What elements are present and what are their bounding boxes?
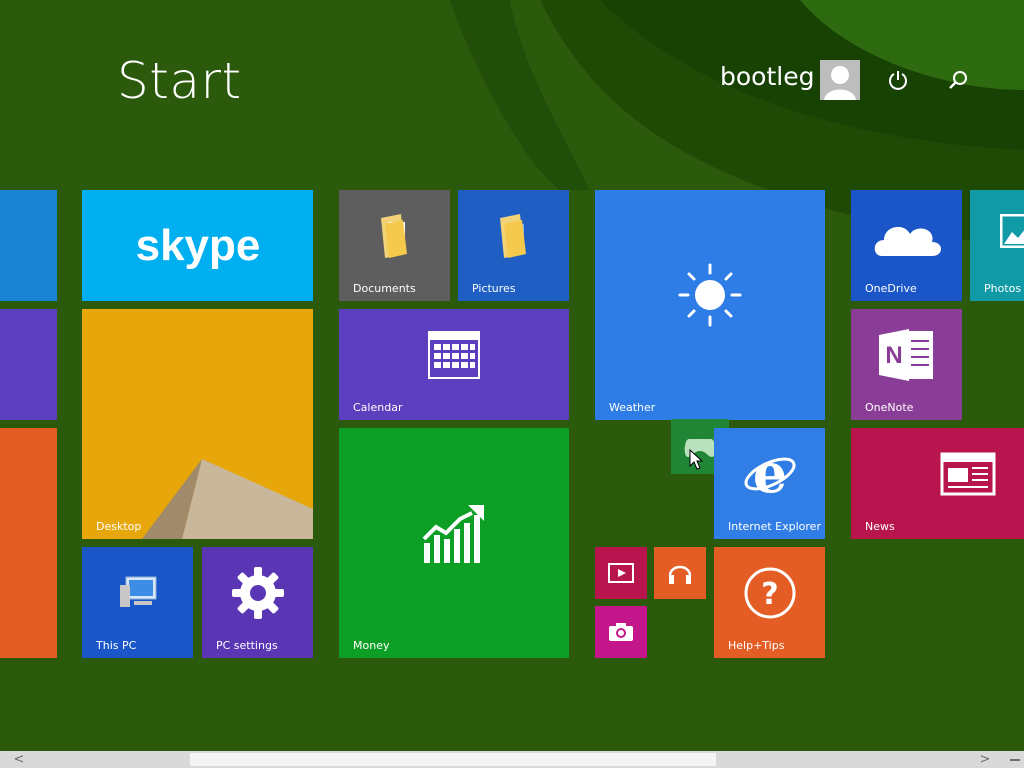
- search-icon: [949, 71, 967, 89]
- newspaper-icon: [940, 452, 995, 495]
- tile-pc-settings-label: PC settings: [216, 639, 278, 652]
- headphones-icon: [668, 565, 692, 584]
- computer-icon: [119, 576, 156, 607]
- tile-calendar-label: Calendar: [353, 401, 403, 414]
- scroll-right-button[interactable]: >: [976, 751, 994, 768]
- tile-partial-blue[interactable]: [0, 190, 57, 301]
- pictures-folder-icon: [499, 213, 526, 258]
- tile-camera[interactable]: [595, 606, 647, 658]
- calendar-icon: [428, 330, 480, 379]
- skype-logo-icon: skype: [135, 221, 260, 270]
- desktop-wallpaper-icon: [82, 309, 313, 539]
- skype-logo-text: skype: [135, 221, 260, 270]
- tile-onenote-label: OneNote: [865, 401, 914, 414]
- tile-calendar[interactable]: Calendar: [339, 309, 569, 420]
- camera-icon: [609, 623, 633, 641]
- video-play-icon: [608, 563, 634, 583]
- tile-photos-label: Photos: [984, 282, 1022, 295]
- scroll-left-button[interactable]: <: [10, 751, 28, 768]
- tile-help-tips-label: Help+Tips: [728, 639, 785, 652]
- tile-news[interactable]: News: [851, 428, 1024, 539]
- tile-this-pc[interactable]: This PC: [82, 547, 193, 658]
- tile-help-tips[interactable]: ? Help+Tips: [714, 547, 825, 658]
- tile-internet-explorer[interactable]: e Internet Explorer: [714, 428, 825, 539]
- tile-onenote[interactable]: N OneNote: [851, 309, 962, 420]
- user-silhouette-icon: [820, 60, 860, 100]
- photo-icon: [1000, 214, 1024, 248]
- horizontal-scrollbar[interactable]: < >: [0, 751, 1024, 768]
- tile-money-label: Money: [353, 639, 390, 652]
- tile-onedrive-label: OneDrive: [865, 282, 917, 295]
- tile-partial-purple[interactable]: [0, 309, 57, 420]
- documents-folder-icon: [380, 213, 407, 258]
- tile-partial-orange[interactable]: [0, 428, 57, 658]
- svg-text:?: ?: [761, 577, 778, 612]
- tile-documents[interactable]: Documents: [339, 190, 450, 301]
- tile-desktop[interactable]: Desktop: [82, 309, 313, 539]
- svg-text:N: N: [885, 342, 902, 369]
- tile-money[interactable]: Money: [339, 428, 569, 658]
- tile-pictures-label: Pictures: [472, 282, 516, 295]
- tile-photos[interactable]: Photos: [970, 190, 1024, 301]
- chart-growth-icon: [422, 505, 484, 563]
- internet-explorer-icon: e: [743, 446, 796, 502]
- question-mark-icon: ?: [744, 567, 795, 618]
- tile-music[interactable]: [654, 547, 706, 599]
- scrollbar-thumb[interactable]: [190, 753, 716, 766]
- tile-pictures[interactable]: Pictures: [458, 190, 569, 301]
- power-icon: [889, 71, 907, 90]
- tile-weather-label: Weather: [609, 401, 656, 414]
- tile-onedrive[interactable]: OneDrive: [851, 190, 962, 301]
- tile-desktop-label: Desktop: [96, 520, 142, 533]
- power-button[interactable]: [880, 62, 916, 98]
- tile-skype[interactable]: skype: [82, 190, 313, 301]
- zoom-out-button[interactable]: [1006, 751, 1024, 768]
- tile-this-pc-label: This PC: [96, 639, 137, 652]
- tile-documents-label: Documents: [353, 282, 416, 295]
- tile-video[interactable]: [595, 547, 647, 599]
- onenote-icon: N: [878, 328, 933, 381]
- cloud-icon: [874, 226, 941, 256]
- gear-icon: [231, 566, 284, 619]
- tile-pc-settings[interactable]: PC settings: [202, 547, 313, 658]
- sun-icon: [678, 263, 742, 327]
- tile-internet-explorer-label: Internet Explorer: [728, 520, 821, 533]
- tile-news-label: News: [865, 520, 895, 533]
- search-button[interactable]: [940, 62, 976, 98]
- user-name[interactable]: bootleg: [720, 62, 814, 91]
- tile-weather[interactable]: Weather: [595, 190, 825, 420]
- avatar[interactable]: [820, 60, 860, 100]
- mouse-cursor-icon: [689, 449, 703, 470]
- minus-icon: [1010, 758, 1020, 761]
- svg-text:e: e: [752, 446, 786, 502]
- page-title: Start: [117, 52, 242, 110]
